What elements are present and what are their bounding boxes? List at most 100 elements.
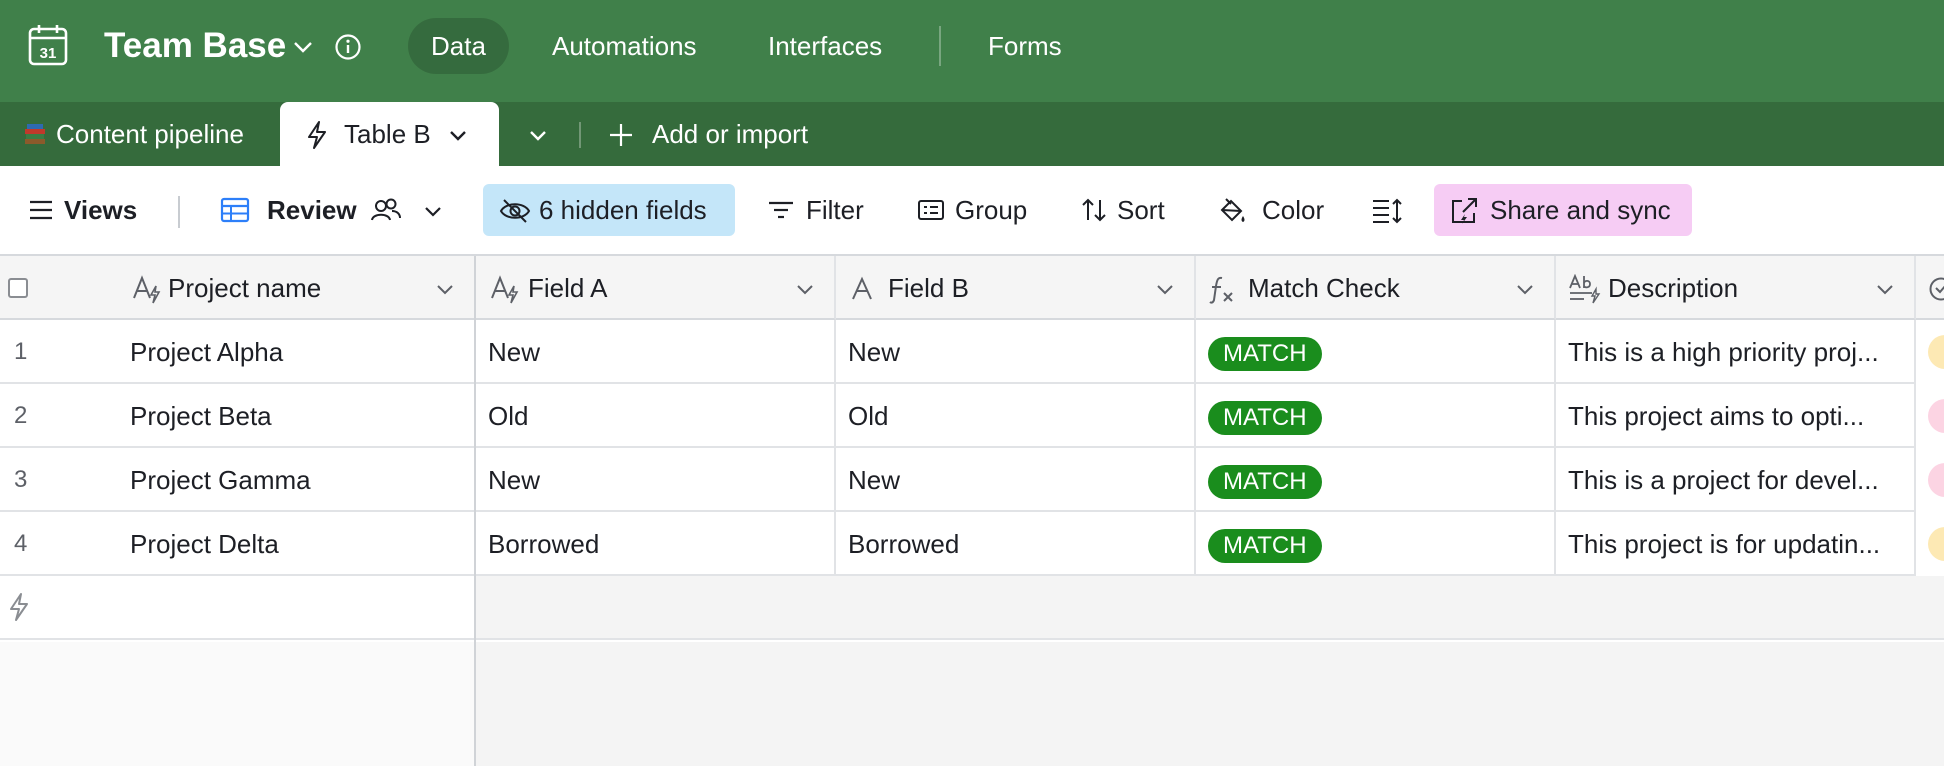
add-label: Add or import <box>652 119 809 149</box>
chevron-down-icon[interactable] <box>1154 278 1176 300</box>
view-switcher[interactable]: Review <box>210 184 450 236</box>
cell-project-name[interactable]: Project Alpha <box>130 320 283 382</box>
nav-interfaces[interactable]: Interfaces <box>745 18 905 74</box>
cell-field-b[interactable]: Borrowed <box>836 512 1196 576</box>
base-title[interactable]: Team Base <box>104 25 286 67</box>
cell-description[interactable]: This is a project for devel... <box>1556 448 1916 512</box>
table-row[interactable]: 3 Project Gamma <box>0 448 476 512</box>
table-row[interactable]: 1 Project Alpha <box>0 320 476 384</box>
column-label: Match Check <box>1248 273 1400 303</box>
column-header-field-a[interactable]: Field A <box>476 256 836 320</box>
tab-content-pipeline[interactable]: Content pipeline <box>22 102 244 166</box>
filter-button[interactable]: Filter <box>758 184 878 236</box>
share-sync-icon <box>1452 198 1477 224</box>
plus-icon <box>610 124 632 146</box>
hidden-fields-label: 6 hidden fields <box>539 195 707 225</box>
hamburger-icon <box>30 200 52 220</box>
cell-project-name[interactable]: Project Beta <box>130 384 272 446</box>
status-pill[interactable] <box>1928 463 1944 497</box>
ai-text-icon <box>133 275 161 304</box>
cell-match-check[interactable]: MATCH <box>1196 448 1556 512</box>
cell-match-check[interactable]: MATCH <box>1196 512 1556 576</box>
nav-divider <box>939 26 941 66</box>
books-emoji-icon <box>25 124 45 144</box>
share-label: Share and sync <box>1490 195 1671 225</box>
color-button[interactable]: Color <box>1207 184 1329 236</box>
cell-field-b[interactable]: New <box>836 448 1196 512</box>
status-pill[interactable] <box>1928 399 1944 433</box>
row-height-icon <box>1373 198 1402 224</box>
cell-project-name[interactable]: Project Delta <box>130 512 279 574</box>
chevron-down-icon[interactable] <box>1514 278 1536 300</box>
chevron-down-icon[interactable] <box>434 278 456 300</box>
table-tab-bar: Content pipeline Table B Add or import <box>0 102 1944 166</box>
nav-automations[interactable]: Automations <box>529 18 720 74</box>
text-icon <box>852 276 872 300</box>
column-label: Project name <box>168 273 322 303</box>
table-row[interactable]: 2 Project Beta <box>0 384 476 448</box>
tab-divider <box>579 122 581 148</box>
cell-field-a[interactable]: New <box>476 320 836 384</box>
column-header-match-check[interactable]: Match Check <box>1196 256 1556 320</box>
nav-forms[interactable]: Forms <box>965 18 1085 74</box>
match-badge: MATCH <box>1208 465 1322 499</box>
add-record-row-fill <box>476 576 1944 640</box>
column-header-status[interactable] <box>1916 256 1944 320</box>
group-icon <box>918 200 944 220</box>
cell-field-b[interactable]: New <box>836 320 1196 384</box>
sort-button[interactable]: Sort <box>1071 184 1177 236</box>
ai-text-icon <box>491 275 519 304</box>
formula-icon <box>1209 276 1233 304</box>
column-header-field-b[interactable]: Field B <box>836 256 1196 320</box>
frozen-column-divider[interactable] <box>474 256 476 766</box>
toolbar-divider <box>178 196 180 228</box>
info-icon[interactable] <box>334 33 362 61</box>
share-and-sync-button[interactable]: Share and sync <box>1434 184 1692 236</box>
status-field-icon <box>1929 277 1944 301</box>
cell-description[interactable]: This is a high priority proj... <box>1556 320 1916 384</box>
match-badge: MATCH <box>1208 529 1322 563</box>
match-badge: MATCH <box>1208 337 1322 371</box>
collaborators-icon <box>371 198 401 221</box>
paint-bucket-icon <box>1220 198 1245 222</box>
color-label: Color <box>1262 195 1325 225</box>
select-all-checkbox[interactable] <box>8 278 28 298</box>
cell-field-a[interactable]: Borrowed <box>476 512 836 576</box>
status-pill[interactable] <box>1928 335 1944 369</box>
column-label: Description <box>1608 273 1739 303</box>
eye-off-icon <box>499 199 531 223</box>
cell-description[interactable]: This project aims to opti... <box>1556 384 1916 448</box>
group-button[interactable]: Group <box>907 184 1035 236</box>
column-header-project-name[interactable]: Project name <box>0 256 476 320</box>
sort-icon <box>1082 198 1106 222</box>
cell-field-b[interactable]: Old <box>836 384 1196 448</box>
chevron-down-icon[interactable] <box>794 278 816 300</box>
tab-table-b[interactable]: Table B <box>280 102 499 166</box>
tab-label: Content pipeline <box>56 119 244 149</box>
cell-match-check[interactable]: MATCH <box>1196 384 1556 448</box>
filter-label: Filter <box>806 195 864 225</box>
table-row[interactable]: 4 Project Delta <box>0 512 476 576</box>
hidden-fields-button[interactable]: 6 hidden fields <box>483 184 735 236</box>
chevron-down-icon[interactable] <box>446 123 470 147</box>
calendar-logo-icon: 31 <box>28 25 68 66</box>
cell-project-name[interactable]: Project Gamma <box>130 448 311 510</box>
views-button[interactable]: Views <box>18 184 148 236</box>
row-height-button[interactable] <box>1360 184 1412 236</box>
nav-data[interactable]: Data <box>408 18 509 74</box>
column-label: Field B <box>888 273 969 303</box>
top-bar: 31 Team Base Data Automations Interfaces… <box>0 0 1944 102</box>
cell-description[interactable]: This project is for updatin... <box>1556 512 1916 576</box>
cell-match-check[interactable]: MATCH <box>1196 320 1556 384</box>
cell-field-a[interactable]: New <box>476 448 836 512</box>
status-pill[interactable] <box>1928 527 1944 561</box>
view-toolbar: Views Review 6 hidden fields Filter Grou… <box>0 166 1944 256</box>
match-badge: MATCH <box>1208 401 1322 435</box>
grid-view-icon <box>220 197 250 223</box>
column-header-description[interactable]: Description <box>1556 256 1916 320</box>
all-tables-chevron-icon[interactable] <box>526 123 550 147</box>
chevron-down-icon[interactable] <box>422 200 444 222</box>
chevron-down-icon[interactable] <box>290 34 316 60</box>
chevron-down-icon[interactable] <box>1874 278 1896 300</box>
cell-field-a[interactable]: Old <box>476 384 836 448</box>
